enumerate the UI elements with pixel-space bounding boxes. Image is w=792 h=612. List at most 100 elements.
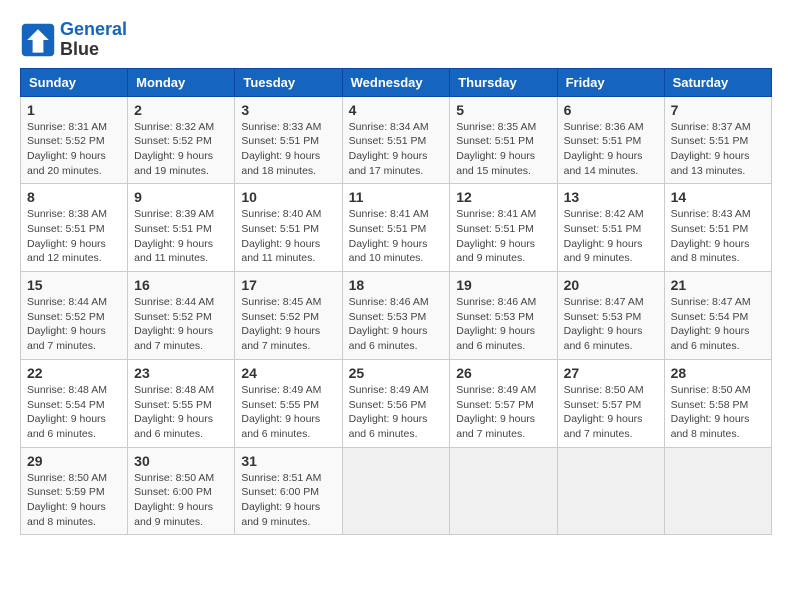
day-info: Sunrise: 8:46 AM Sunset: 5:53 PM Dayligh… — [456, 295, 550, 354]
day-number: 20 — [564, 277, 658, 293]
day-info: Sunrise: 8:42 AM Sunset: 5:51 PM Dayligh… — [564, 207, 658, 266]
day-number: 8 — [27, 189, 121, 205]
calendar-cell: 20 Sunrise: 8:47 AM Sunset: 5:53 PM Dayl… — [557, 272, 664, 360]
day-info: Sunrise: 8:37 AM Sunset: 5:51 PM Dayligh… — [671, 120, 765, 179]
day-number: 25 — [349, 365, 444, 381]
day-info: Sunrise: 8:33 AM Sunset: 5:51 PM Dayligh… — [241, 120, 335, 179]
calendar-cell — [664, 447, 771, 535]
day-number: 7 — [671, 102, 765, 118]
calendar-cell: 11 Sunrise: 8:41 AM Sunset: 5:51 PM Dayl… — [342, 184, 450, 272]
logo: General Blue — [20, 20, 127, 60]
day-number: 30 — [134, 453, 228, 469]
day-info: Sunrise: 8:44 AM Sunset: 5:52 PM Dayligh… — [134, 295, 228, 354]
day-number: 1 — [27, 102, 121, 118]
page-header: General Blue — [20, 20, 772, 60]
column-header-sunday: Sunday — [21, 68, 128, 96]
column-header-tuesday: Tuesday — [235, 68, 342, 96]
calendar-week-4: 22 Sunrise: 8:48 AM Sunset: 5:54 PM Dayl… — [21, 359, 772, 447]
day-info: Sunrise: 8:50 AM Sunset: 5:58 PM Dayligh… — [671, 383, 765, 442]
day-number: 19 — [456, 277, 550, 293]
day-info: Sunrise: 8:48 AM Sunset: 5:55 PM Dayligh… — [134, 383, 228, 442]
calendar-cell: 25 Sunrise: 8:49 AM Sunset: 5:56 PM Dayl… — [342, 359, 450, 447]
calendar-week-1: 1 Sunrise: 8:31 AM Sunset: 5:52 PM Dayli… — [21, 96, 772, 184]
day-number: 13 — [564, 189, 658, 205]
calendar-cell: 31 Sunrise: 8:51 AM Sunset: 6:00 PM Dayl… — [235, 447, 342, 535]
calendar-cell: 15 Sunrise: 8:44 AM Sunset: 5:52 PM Dayl… — [21, 272, 128, 360]
day-number: 28 — [671, 365, 765, 381]
calendar-cell: 29 Sunrise: 8:50 AM Sunset: 5:59 PM Dayl… — [21, 447, 128, 535]
day-number: 21 — [671, 277, 765, 293]
day-info: Sunrise: 8:45 AM Sunset: 5:52 PM Dayligh… — [241, 295, 335, 354]
calendar-cell — [342, 447, 450, 535]
calendar-cell: 13 Sunrise: 8:42 AM Sunset: 5:51 PM Dayl… — [557, 184, 664, 272]
calendar-cell — [557, 447, 664, 535]
day-number: 5 — [456, 102, 550, 118]
day-info: Sunrise: 8:41 AM Sunset: 5:51 PM Dayligh… — [349, 207, 444, 266]
day-number: 3 — [241, 102, 335, 118]
calendar-week-2: 8 Sunrise: 8:38 AM Sunset: 5:51 PM Dayli… — [21, 184, 772, 272]
calendar-cell: 27 Sunrise: 8:50 AM Sunset: 5:57 PM Dayl… — [557, 359, 664, 447]
day-info: Sunrise: 8:48 AM Sunset: 5:54 PM Dayligh… — [27, 383, 121, 442]
day-info: Sunrise: 8:50 AM Sunset: 5:57 PM Dayligh… — [564, 383, 658, 442]
day-number: 17 — [241, 277, 335, 293]
day-info: Sunrise: 8:50 AM Sunset: 6:00 PM Dayligh… — [134, 471, 228, 530]
calendar-cell — [450, 447, 557, 535]
column-header-thursday: Thursday — [450, 68, 557, 96]
day-info: Sunrise: 8:47 AM Sunset: 5:53 PM Dayligh… — [564, 295, 658, 354]
calendar-cell: 7 Sunrise: 8:37 AM Sunset: 5:51 PM Dayli… — [664, 96, 771, 184]
calendar-cell: 16 Sunrise: 8:44 AM Sunset: 5:52 PM Dayl… — [128, 272, 235, 360]
day-info: Sunrise: 8:35 AM Sunset: 5:51 PM Dayligh… — [456, 120, 550, 179]
day-number: 16 — [134, 277, 228, 293]
day-number: 11 — [349, 189, 444, 205]
calendar-cell: 14 Sunrise: 8:43 AM Sunset: 5:51 PM Dayl… — [664, 184, 771, 272]
calendar-cell: 28 Sunrise: 8:50 AM Sunset: 5:58 PM Dayl… — [664, 359, 771, 447]
day-info: Sunrise: 8:36 AM Sunset: 5:51 PM Dayligh… — [564, 120, 658, 179]
day-number: 14 — [671, 189, 765, 205]
calendar-table: SundayMondayTuesdayWednesdayThursdayFrid… — [20, 68, 772, 536]
calendar-week-3: 15 Sunrise: 8:44 AM Sunset: 5:52 PM Dayl… — [21, 272, 772, 360]
day-number: 23 — [134, 365, 228, 381]
column-header-friday: Friday — [557, 68, 664, 96]
day-info: Sunrise: 8:49 AM Sunset: 5:57 PM Dayligh… — [456, 383, 550, 442]
day-info: Sunrise: 8:38 AM Sunset: 5:51 PM Dayligh… — [27, 207, 121, 266]
calendar-cell: 17 Sunrise: 8:45 AM Sunset: 5:52 PM Dayl… — [235, 272, 342, 360]
day-number: 31 — [241, 453, 335, 469]
calendar-cell: 2 Sunrise: 8:32 AM Sunset: 5:52 PM Dayli… — [128, 96, 235, 184]
day-info: Sunrise: 8:44 AM Sunset: 5:52 PM Dayligh… — [27, 295, 121, 354]
logo-text: General Blue — [60, 20, 127, 60]
day-info: Sunrise: 8:51 AM Sunset: 6:00 PM Dayligh… — [241, 471, 335, 530]
day-number: 2 — [134, 102, 228, 118]
day-number: 29 — [27, 453, 121, 469]
day-info: Sunrise: 8:49 AM Sunset: 5:55 PM Dayligh… — [241, 383, 335, 442]
calendar-cell: 6 Sunrise: 8:36 AM Sunset: 5:51 PM Dayli… — [557, 96, 664, 184]
day-number: 6 — [564, 102, 658, 118]
calendar-cell: 26 Sunrise: 8:49 AM Sunset: 5:57 PM Dayl… — [450, 359, 557, 447]
calendar-cell: 12 Sunrise: 8:41 AM Sunset: 5:51 PM Dayl… — [450, 184, 557, 272]
calendar-cell: 1 Sunrise: 8:31 AM Sunset: 5:52 PM Dayli… — [21, 96, 128, 184]
day-info: Sunrise: 8:49 AM Sunset: 5:56 PM Dayligh… — [349, 383, 444, 442]
calendar-cell: 10 Sunrise: 8:40 AM Sunset: 5:51 PM Dayl… — [235, 184, 342, 272]
calendar-cell: 5 Sunrise: 8:35 AM Sunset: 5:51 PM Dayli… — [450, 96, 557, 184]
calendar-cell: 4 Sunrise: 8:34 AM Sunset: 5:51 PM Dayli… — [342, 96, 450, 184]
calendar-cell: 22 Sunrise: 8:48 AM Sunset: 5:54 PM Dayl… — [21, 359, 128, 447]
day-number: 18 — [349, 277, 444, 293]
calendar-cell: 24 Sunrise: 8:49 AM Sunset: 5:55 PM Dayl… — [235, 359, 342, 447]
calendar-cell: 8 Sunrise: 8:38 AM Sunset: 5:51 PM Dayli… — [21, 184, 128, 272]
calendar-cell: 21 Sunrise: 8:47 AM Sunset: 5:54 PM Dayl… — [664, 272, 771, 360]
day-number: 27 — [564, 365, 658, 381]
day-number: 15 — [27, 277, 121, 293]
column-header-wednesday: Wednesday — [342, 68, 450, 96]
calendar-cell: 19 Sunrise: 8:46 AM Sunset: 5:53 PM Dayl… — [450, 272, 557, 360]
logo-icon — [20, 22, 56, 58]
column-header-saturday: Saturday — [664, 68, 771, 96]
day-info: Sunrise: 8:50 AM Sunset: 5:59 PM Dayligh… — [27, 471, 121, 530]
day-info: Sunrise: 8:40 AM Sunset: 5:51 PM Dayligh… — [241, 207, 335, 266]
day-info: Sunrise: 8:41 AM Sunset: 5:51 PM Dayligh… — [456, 207, 550, 266]
day-number: 26 — [456, 365, 550, 381]
day-number: 24 — [241, 365, 335, 381]
calendar-cell: 30 Sunrise: 8:50 AM Sunset: 6:00 PM Dayl… — [128, 447, 235, 535]
calendar-header-row: SundayMondayTuesdayWednesdayThursdayFrid… — [21, 68, 772, 96]
day-info: Sunrise: 8:34 AM Sunset: 5:51 PM Dayligh… — [349, 120, 444, 179]
day-info: Sunrise: 8:32 AM Sunset: 5:52 PM Dayligh… — [134, 120, 228, 179]
day-info: Sunrise: 8:47 AM Sunset: 5:54 PM Dayligh… — [671, 295, 765, 354]
